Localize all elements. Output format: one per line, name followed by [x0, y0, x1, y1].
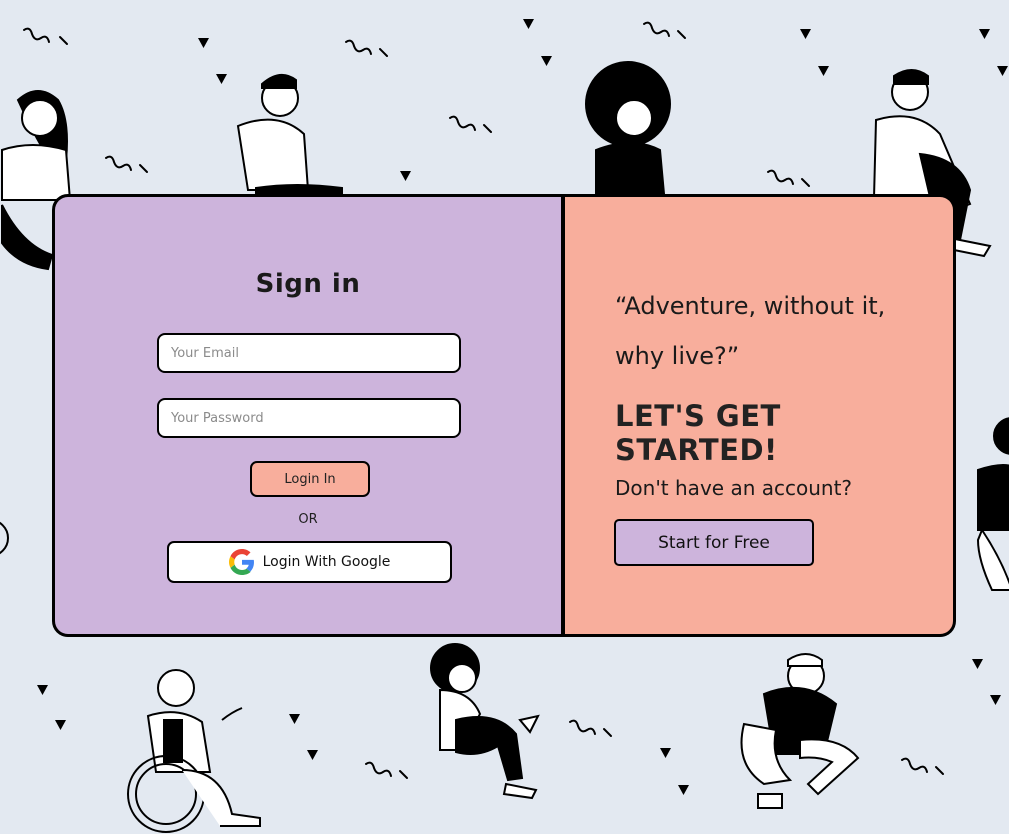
auth-card: Sign in Login In OR Login With Google “A…	[52, 194, 956, 637]
quote-text: “Adventure, without it, why live?”	[615, 292, 886, 370]
signup-panel: “Adventure, without it, why live?” LET'S…	[565, 197, 953, 634]
password-input[interactable]	[157, 398, 461, 438]
google-login-label: Login With Google	[262, 554, 391, 570]
signin-panel: Sign in Login In OR Login With Google	[55, 197, 565, 634]
start-for-free-button[interactable]: Start for Free	[614, 519, 814, 566]
no-account-text: Don't have an account?	[615, 476, 853, 500]
email-input[interactable]	[157, 333, 461, 373]
google-login-button[interactable]: Login With Google	[167, 541, 452, 583]
cta-heading: LET'S GET STARTED!	[615, 399, 781, 467]
google-g-icon	[228, 549, 255, 575]
page: Sign in Login In OR Login With Google “A…	[0, 0, 1009, 834]
or-divider: OR	[298, 512, 318, 527]
signin-title: Sign in	[255, 269, 361, 299]
login-button[interactable]: Login In	[250, 461, 370, 497]
